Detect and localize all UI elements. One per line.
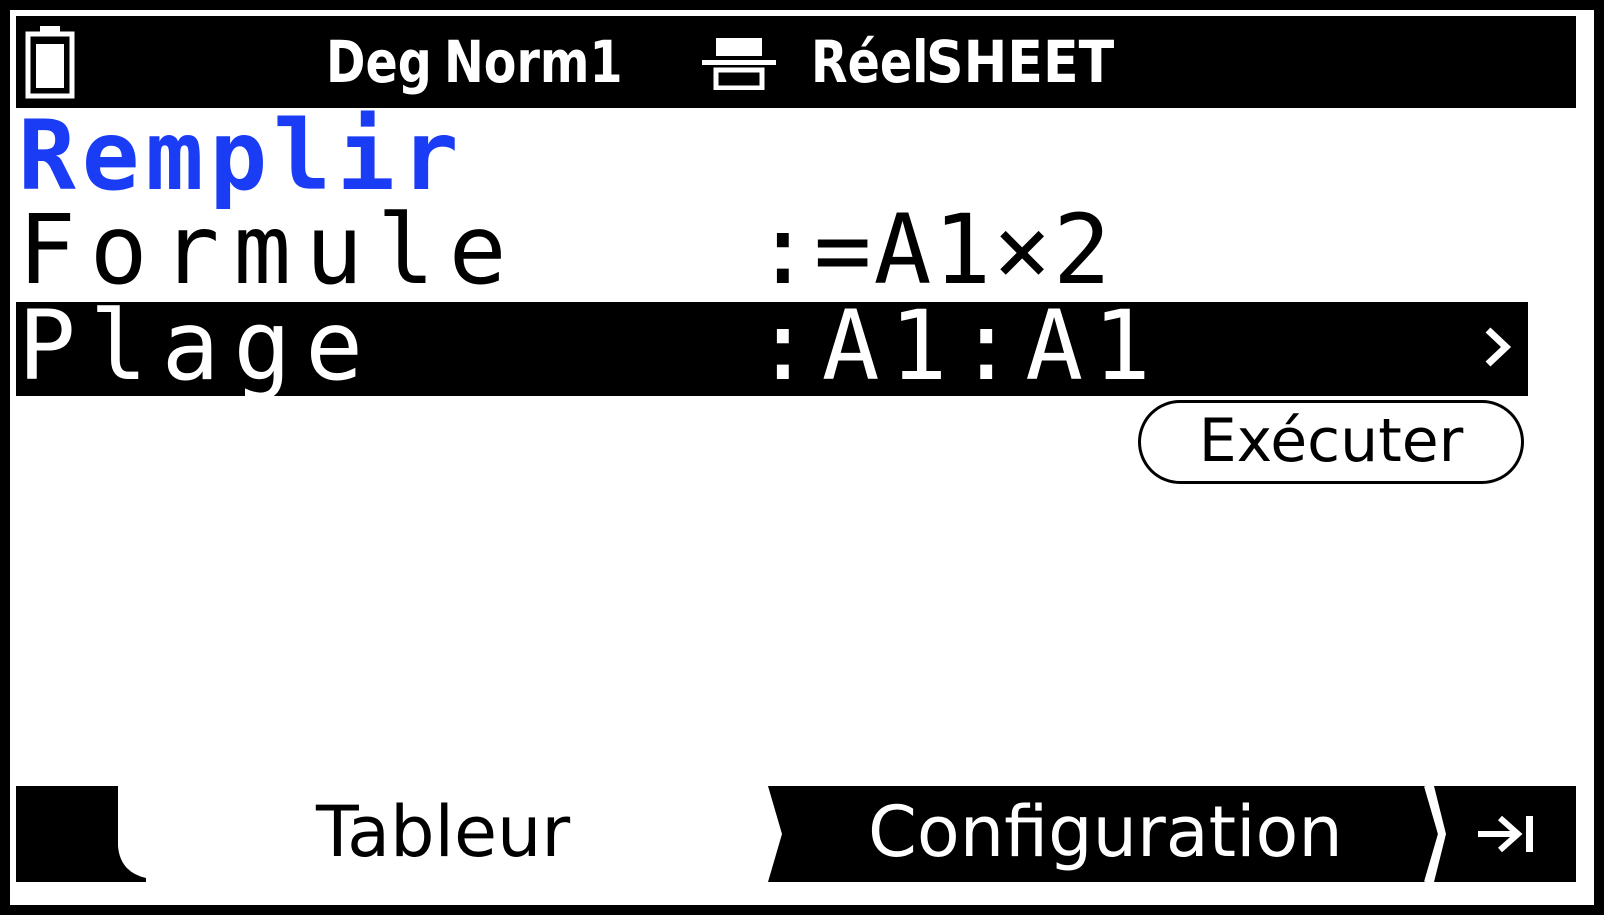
chevron-right-icon (1485, 327, 1512, 367)
tab-bar: Tableur Configuration (16, 786, 1576, 882)
menu-title: Remplir (18, 100, 465, 212)
battery-icon (25, 26, 75, 99)
range-label: Plage (18, 290, 377, 402)
range-value: :A1:A1 (754, 290, 1161, 402)
range-row[interactable]: Plage :A1:A1 (16, 296, 1528, 396)
status-bar: Deg Norm1 Réel SHEET (16, 16, 1576, 108)
angle-unit-indicator: Deg (326, 28, 432, 96)
complex-mode-indicator: Réel (811, 28, 929, 96)
calculator-screen: Deg Norm1 Réel SHEET Remplir Formule :=A… (10, 10, 1594, 905)
formula-label: Formule (18, 194, 521, 306)
arrow-to-end-icon[interactable] (1476, 810, 1540, 858)
tab-configuration[interactable]: Configuration (868, 788, 1343, 876)
execute-button[interactable]: Exécuter (1138, 400, 1524, 484)
display-mode-icon (702, 38, 776, 90)
formula-value: :=A1×2 (754, 194, 1113, 306)
number-format-indicator: Norm1 (444, 28, 623, 96)
tab-tableur[interactable]: Tableur (316, 788, 570, 876)
formula-row[interactable]: Formule :=A1×2 (16, 200, 1528, 300)
app-name-indicator: SHEET (926, 28, 1115, 96)
